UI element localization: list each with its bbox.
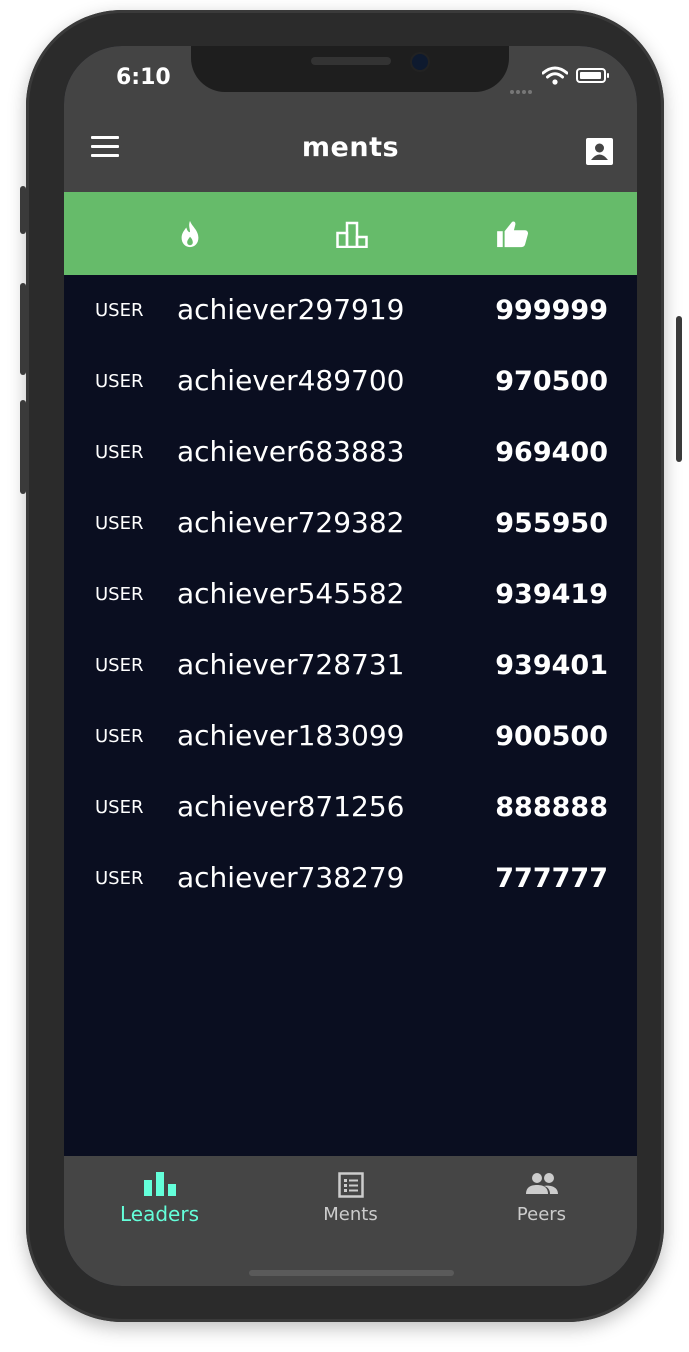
leaderboard-row[interactable]: USER achiever683883 969400: [64, 417, 637, 488]
volume-up-button: [20, 283, 26, 375]
user-tag: USER: [95, 868, 144, 889]
user-tag: USER: [95, 300, 144, 321]
leaderboard-row[interactable]: USER achiever183099 900500: [64, 701, 637, 772]
tab-ments-label: Ments: [323, 1204, 378, 1225]
leaderboard-row[interactable]: USER achiever545582 939419: [64, 559, 637, 630]
leaderboard-row[interactable]: USER achiever871256 888888: [64, 772, 637, 843]
thumbs-up-icon[interactable]: [496, 220, 530, 248]
tab-peers-label: Peers: [516, 1204, 567, 1225]
user-tag: USER: [95, 797, 144, 818]
app-header: 6:10 ments: [64, 46, 637, 192]
wifi-icon: [542, 66, 568, 85]
score: 939401: [495, 650, 608, 681]
username: achiever489700: [177, 364, 405, 397]
cellular-signal-icon: [510, 79, 534, 98]
score: 969400: [495, 437, 608, 468]
bar-chart-icon: [143, 1172, 176, 1196]
leaderboard-row[interactable]: USER achiever297919 999999: [64, 275, 637, 346]
score: 970500: [495, 366, 608, 397]
user-tag: USER: [95, 371, 144, 392]
username: achiever183099: [177, 719, 405, 752]
user-tag: USER: [95, 513, 144, 534]
username: achiever738279: [177, 861, 405, 894]
page-title: ments: [301, 132, 400, 163]
leaderboard-row[interactable]: USER achiever738279 777777: [64, 843, 637, 914]
score: 888888: [495, 792, 608, 823]
score: 777777: [495, 863, 608, 894]
leaderboard-filter-bar: [64, 192, 637, 275]
list-icon: [337, 1172, 364, 1198]
home-indicator[interactable]: [249, 1270, 454, 1276]
score: 900500: [495, 721, 608, 752]
username: achiever683883: [177, 435, 405, 468]
score: 955950: [495, 508, 608, 539]
podium-icon[interactable]: [336, 220, 368, 248]
notch: [191, 46, 509, 92]
tab-leaders[interactable]: Leaders: [64, 1156, 255, 1246]
profile-icon[interactable]: [586, 138, 613, 165]
tab-leaders-label: Leaders: [120, 1202, 199, 1226]
status-time: 6:10: [116, 65, 171, 90]
username: achiever545582: [177, 577, 405, 610]
bottom-tab-bar: Leaders Ments Peers: [64, 1156, 637, 1286]
user-tag: USER: [95, 584, 144, 605]
people-icon: [525, 1173, 558, 1194]
leaderboard-row[interactable]: USER achiever729382 955950: [64, 488, 637, 559]
username: achiever729382: [177, 506, 405, 539]
front-camera: [410, 52, 430, 72]
leaderboard-row[interactable]: USER achiever728731 939401: [64, 630, 637, 701]
volume-down-button: [20, 400, 26, 494]
user-tag: USER: [95, 726, 144, 747]
power-button: [676, 316, 682, 462]
tab-ments[interactable]: Ments: [255, 1156, 446, 1246]
tab-peers[interactable]: Peers: [446, 1156, 637, 1246]
user-tag: USER: [95, 442, 144, 463]
battery-icon: [576, 68, 609, 83]
mute-switch: [20, 186, 26, 234]
flame-icon[interactable]: [177, 220, 203, 248]
leaderboard-list: USER achiever297919 999999 USER achiever4897…: [64, 275, 637, 914]
username: achiever871256: [177, 790, 405, 823]
speaker-grille: [311, 57, 391, 65]
username: achiever728731: [177, 648, 405, 681]
score: 999999: [495, 295, 608, 326]
leaderboard-row[interactable]: USER achiever489700 970500: [64, 346, 637, 417]
user-tag: USER: [95, 655, 144, 676]
score: 939419: [495, 579, 608, 610]
app-screen: 6:10 ments USER achiever297919 999999 US…: [64, 46, 637, 1286]
username: achiever297919: [177, 293, 405, 326]
